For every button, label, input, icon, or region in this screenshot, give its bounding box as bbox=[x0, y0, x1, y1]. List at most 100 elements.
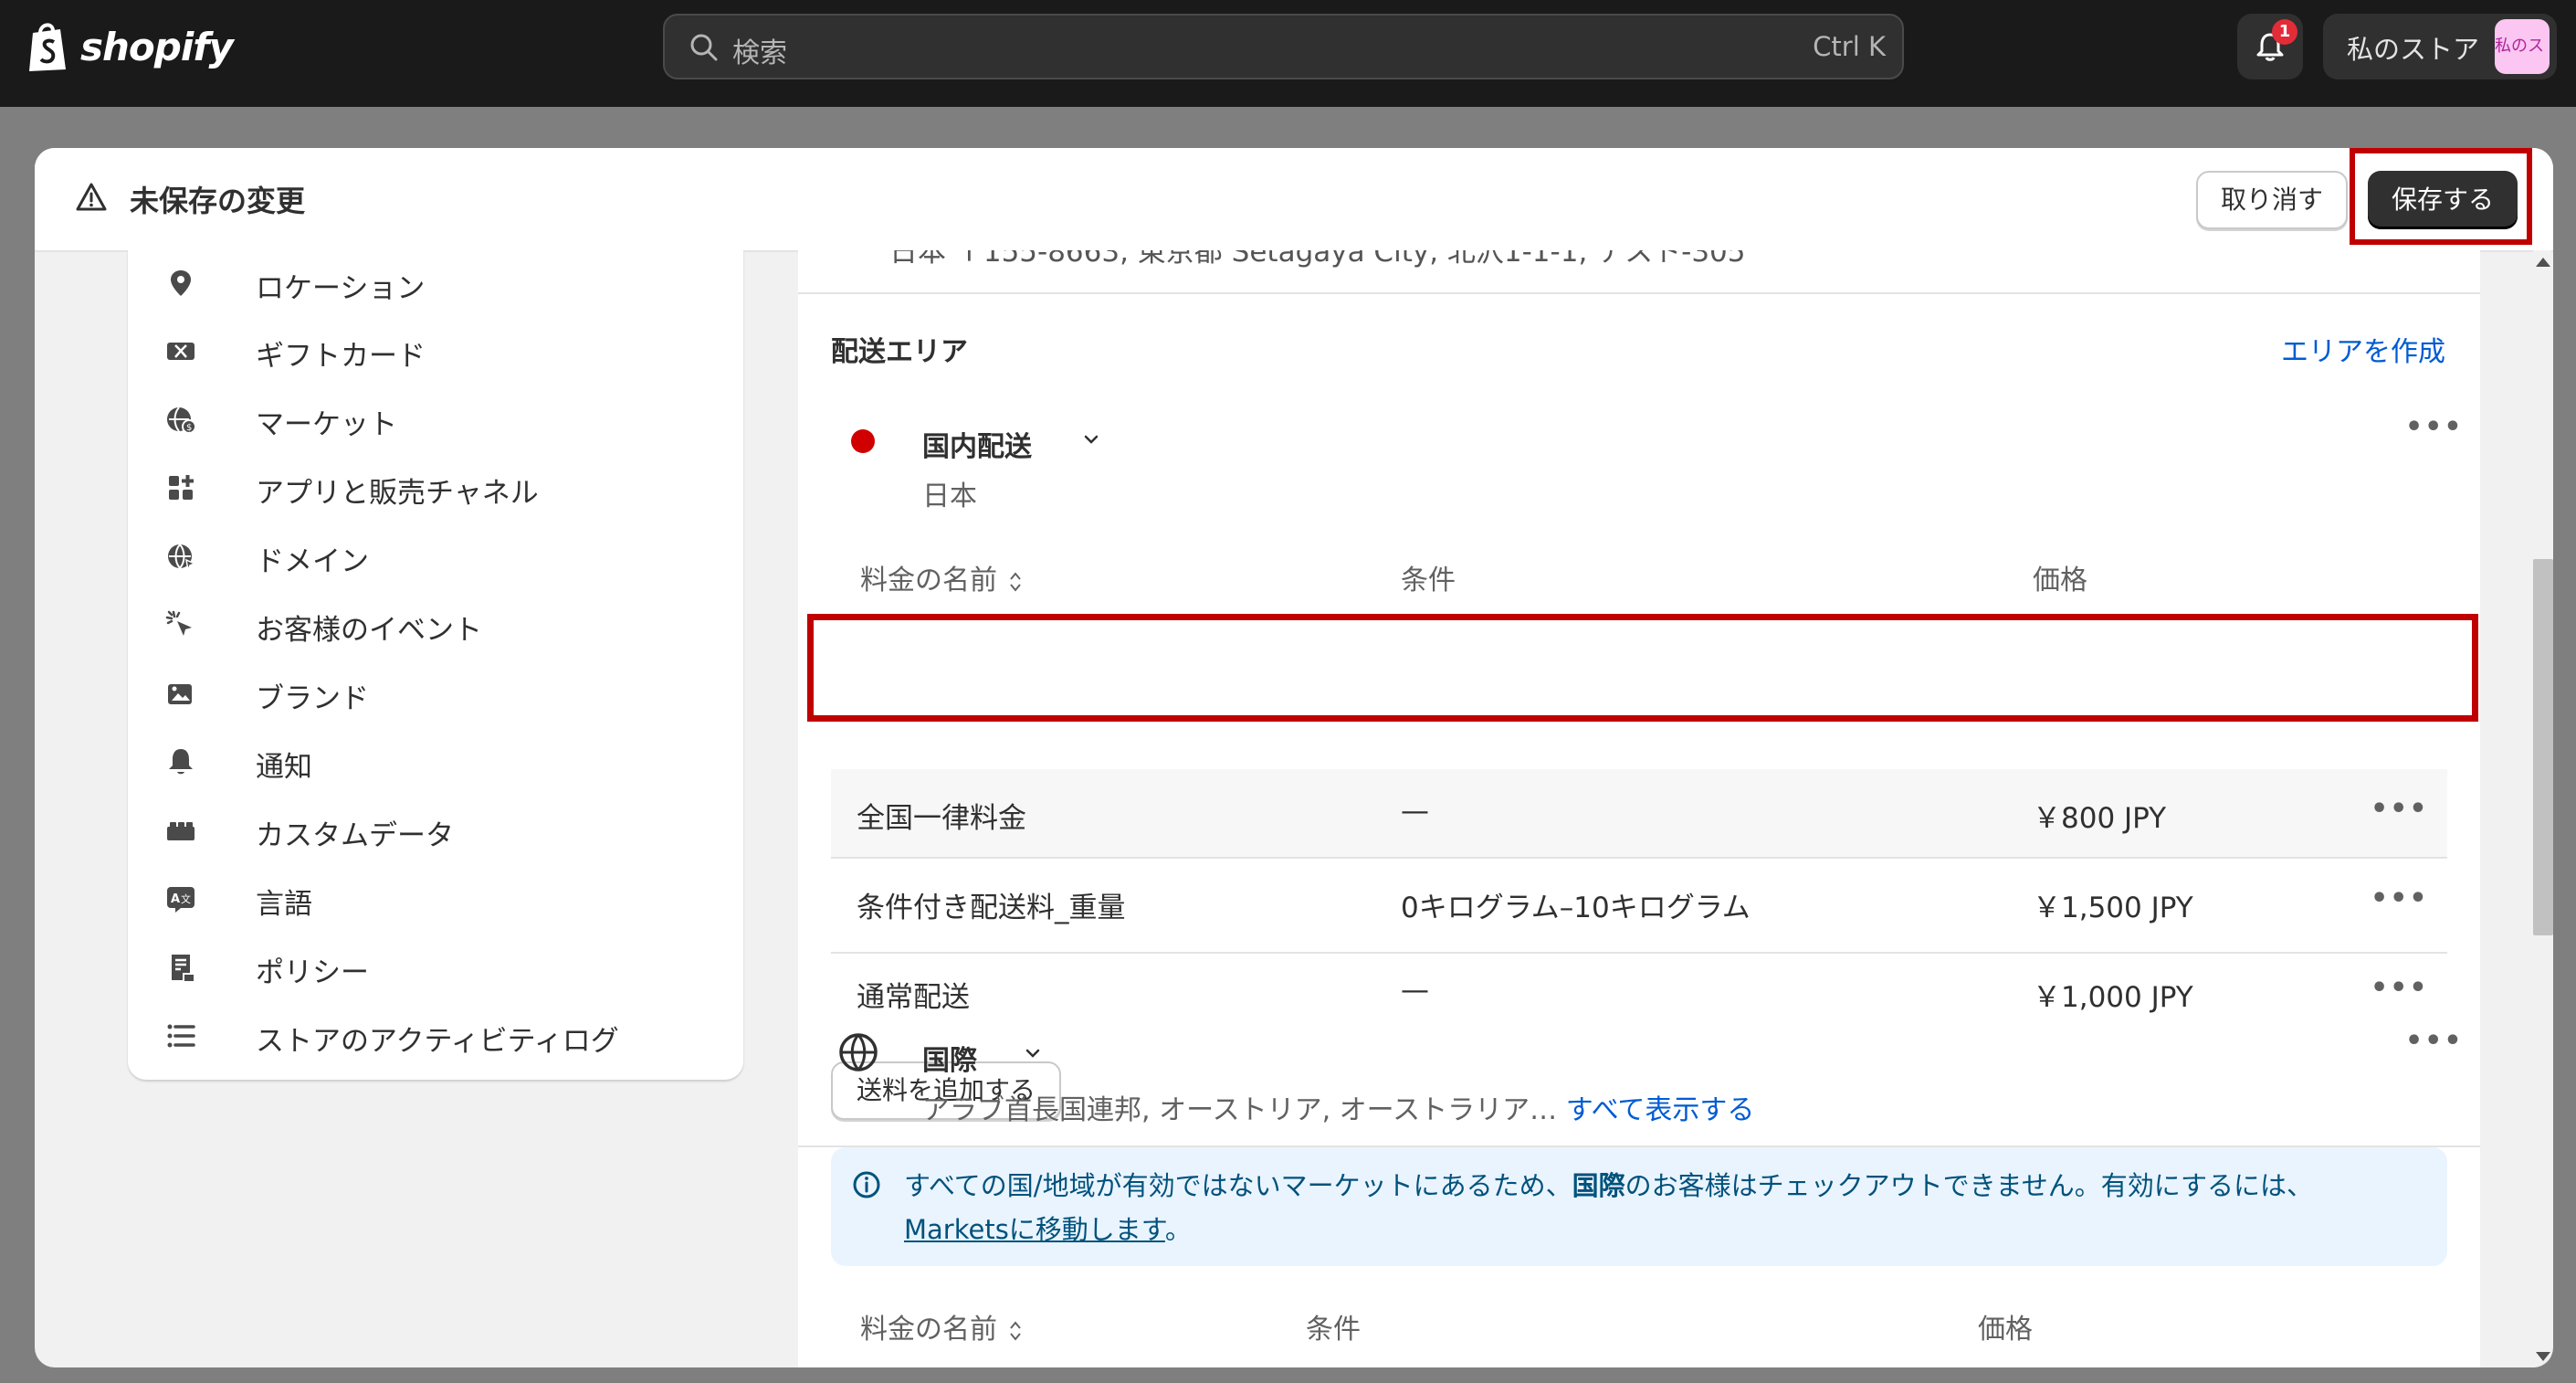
zone-more-actions-button[interactable]: ••• bbox=[2405, 1025, 2464, 1057]
zone-name-domestic[interactable]: 国内配送 bbox=[922, 424, 1032, 464]
settings-sidebar: ロケーション ギフトカード $ マーケット アプリと販売チャネル ドメイン お客… bbox=[128, 250, 743, 1080]
search-icon bbox=[690, 34, 718, 61]
address-row: 日本 〒155-8663, 東京都 Setagaya City, 北沢1-1-1… bbox=[798, 250, 2480, 294]
rate-name: 条件付き配送料_重量 bbox=[857, 892, 1126, 924]
top-bar: shopify 検索 Ctrl K 1 私のストア 私のストア bbox=[0, 0, 2576, 107]
store-menu-button[interactable]: 私のストア 私のストア bbox=[2323, 14, 2557, 79]
sidebar-item-label: ギフトカード bbox=[256, 340, 426, 373]
policy-icon bbox=[172, 955, 194, 981]
sort-icon bbox=[1009, 571, 1021, 592]
gift-card-icon bbox=[167, 343, 195, 360]
origin-address: 日本 〒155-8663, 東京都 Setagaya City, 北沢1-1-1… bbox=[889, 250, 1746, 269]
rate-name: 通常配送 bbox=[857, 981, 970, 1014]
section-title: 配送エリア bbox=[831, 336, 968, 368]
unsaved-changes-title: 未保存の変更 bbox=[130, 184, 306, 218]
globe-icon bbox=[839, 1033, 878, 1072]
sidebar-item-activity-log[interactable]: ストアのアクティビティログ bbox=[128, 1008, 743, 1063]
markets-link[interactable]: Marketsに移動します bbox=[904, 1214, 1165, 1245]
sidebar-item-label: カスタムデータ bbox=[256, 819, 454, 852]
rate-condition: — bbox=[1401, 795, 1429, 828]
row-more-actions-button[interactable]: ••• bbox=[2371, 793, 2429, 825]
zone-name-international[interactable]: 国際 bbox=[922, 1038, 977, 1078]
save-button-highlight bbox=[2350, 148, 2532, 245]
sidebar-item-label: お客様のイベント bbox=[256, 614, 482, 647]
database-icon bbox=[167, 822, 195, 840]
table-row[interactable]: 全国一律料金 — ￥800 JPY ••• bbox=[831, 769, 2447, 857]
settings-modal: 未保存の変更 取り消す 保存する ロケーション ギフトカード $ マーケット ア… bbox=[35, 148, 2553, 1367]
column-header-condition: 条件 bbox=[1401, 565, 1456, 596]
info-banner: すべての国/地域が有効ではないマーケットにあるため、国際のお客様はチェックアウト… bbox=[831, 1147, 2447, 1266]
sidebar-item-custom-data[interactable]: カスタムデータ bbox=[128, 803, 743, 858]
column-header-rate-name[interactable]: 料金の名前 bbox=[860, 557, 1025, 597]
japan-flag-icon bbox=[851, 429, 875, 453]
store-avatar: 私のストア bbox=[2495, 19, 2550, 74]
rate-name: 全国一律料金 bbox=[857, 802, 1026, 835]
sidebar-item-markets[interactable]: $ マーケット bbox=[128, 392, 743, 447]
create-zone-link[interactable]: エリアを作成 bbox=[2281, 329, 2445, 369]
sidebar-item-label: ストアのアクティビティログ bbox=[256, 1025, 619, 1058]
zone-countries: アラブ首長国連邦, オーストリア, オーストラリア… すべて表示する bbox=[922, 1094, 1755, 1126]
show-all-link[interactable]: すべて表示する bbox=[1566, 1094, 1755, 1126]
sidebar-item-label: ポリシー bbox=[256, 956, 369, 989]
brand-name: shopify bbox=[80, 24, 234, 69]
sidebar-item-label: ロケーション bbox=[256, 272, 426, 305]
sidebar-item-locations[interactable]: ロケーション bbox=[128, 256, 743, 311]
store-name: 私のストア bbox=[2347, 34, 2480, 65]
search-placeholder: 検索 bbox=[732, 37, 787, 69]
rate-row-highlight bbox=[807, 614, 2478, 722]
info-banner-text: すべての国/地域が有効ではないマーケットにあるため、国際のお客様はチェックアウト… bbox=[904, 1170, 2314, 1245]
sidebar-item-customer-events[interactable]: お客様のイベント bbox=[128, 597, 743, 652]
sidebar-item-policies[interactable]: ポリシー bbox=[128, 940, 743, 995]
row-more-actions-button[interactable]: ••• bbox=[2371, 882, 2429, 914]
search-shortcut: Ctrl K bbox=[1813, 31, 1886, 62]
notification-badge: 1 bbox=[2272, 19, 2297, 45]
translate-icon: A文 bbox=[167, 887, 195, 913]
list-icon bbox=[167, 1024, 195, 1048]
globe-currency-icon: $ bbox=[167, 406, 196, 434]
sort-icon bbox=[1009, 1320, 1021, 1341]
warning-triangle-icon bbox=[76, 183, 107, 211]
chevron-down-icon[interactable] bbox=[1023, 1043, 1043, 1063]
svg-text:文: 文 bbox=[181, 892, 191, 905]
sidebar-item-brand[interactable]: ブランド bbox=[128, 666, 743, 721]
rate-price: ￥800 JPY bbox=[2033, 802, 2167, 835]
info-icon bbox=[853, 1171, 880, 1198]
table-row[interactable]: 通常配送 — ￥1,000 JPY ••• bbox=[831, 948, 2447, 1036]
sidebar-item-gift-cards[interactable]: ギフトカード bbox=[128, 323, 743, 378]
table-row[interactable]: 条件付き配送料_重量 0キログラム–10キログラム ￥1,500 JPY ••• bbox=[831, 859, 2447, 946]
cursor-click-icon bbox=[165, 610, 192, 636]
sidebar-item-label: 通知 bbox=[256, 751, 312, 784]
scroll-up-arrow[interactable] bbox=[2536, 258, 2550, 267]
column-header-condition: 条件 bbox=[1306, 1314, 1361, 1346]
row-more-actions-button[interactable]: ••• bbox=[2371, 972, 2429, 1004]
sidebar-item-languages[interactable]: A文 言語 bbox=[128, 871, 743, 926]
sidebar-item-label: ブランド bbox=[256, 682, 369, 715]
sidebar-item-label: ドメイン bbox=[256, 545, 369, 578]
shopify-logo[interactable]: shopify bbox=[26, 18, 234, 75]
scroll-down-arrow[interactable] bbox=[2536, 1352, 2550, 1361]
column-header-rate-name[interactable]: 料金の名前 bbox=[860, 1306, 1025, 1346]
column-header-price: 価格 bbox=[1978, 1314, 2033, 1346]
bell-icon bbox=[169, 749, 193, 775]
apps-icon bbox=[169, 475, 194, 500]
unsaved-changes-bar: 未保存の変更 取り消す 保存する bbox=[35, 148, 2553, 252]
rate-condition: — bbox=[1401, 974, 1429, 1007]
image-icon bbox=[168, 684, 192, 704]
discard-button[interactable]: 取り消す bbox=[2196, 171, 2348, 229]
svg-text:$: $ bbox=[186, 423, 192, 433]
sidebar-item-domains[interactable]: ドメイン bbox=[128, 529, 743, 584]
zone-subtitle: 日本 bbox=[922, 480, 977, 512]
sidebar-item-apps[interactable]: アプリと販売チャネル bbox=[128, 460, 743, 515]
sidebar-item-notifications[interactable]: 通知 bbox=[128, 734, 743, 789]
sidebar-item-label: マーケット bbox=[256, 408, 397, 441]
chevron-down-icon[interactable] bbox=[1081, 429, 1101, 449]
rate-price: ￥1,000 JPY bbox=[2033, 981, 2193, 1014]
zone-more-actions-button[interactable]: ••• bbox=[2405, 411, 2464, 443]
shopify-bag-icon bbox=[29, 23, 66, 71]
svg-text:A: A bbox=[171, 892, 180, 906]
sidebar-item-label: アプリと販売チャネル bbox=[256, 477, 539, 510]
sidebar-item-label: 言語 bbox=[256, 888, 312, 921]
notifications-button[interactable]: 1 bbox=[2237, 14, 2303, 79]
search-bar[interactable]: 検索 Ctrl K bbox=[663, 14, 1904, 79]
scrollbar-thumb[interactable] bbox=[2533, 559, 2553, 935]
